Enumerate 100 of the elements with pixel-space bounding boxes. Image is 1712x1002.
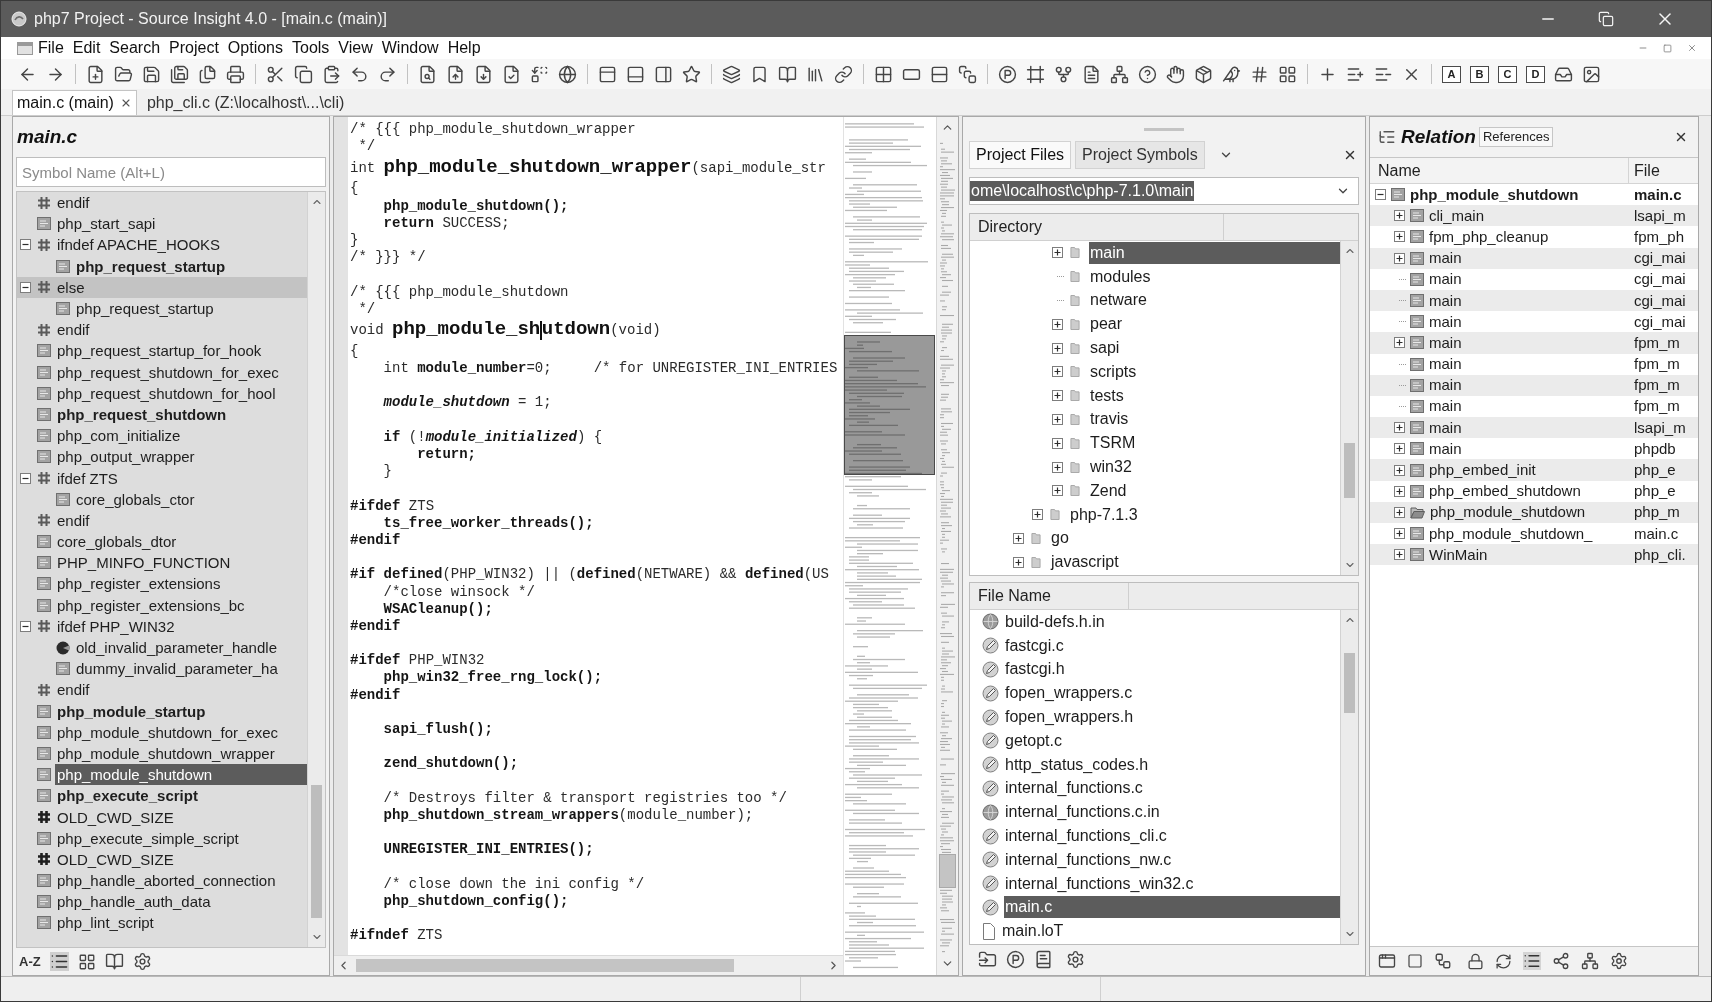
symbol-item[interactable]: core_globals_dtor (55, 531, 307, 553)
scrollbar-track[interactable] (1340, 241, 1358, 575)
globe-icon[interactable] (558, 64, 577, 84)
column-header[interactable]: File (1634, 158, 1660, 183)
sort-button[interactable]: A-Z (19, 951, 41, 972)
symbol-item[interactable]: endif (55, 192, 307, 214)
plus-box-icon[interactable] (1394, 422, 1405, 434)
folder-item[interactable]: main (1089, 241, 1340, 264)
symbol-item[interactable]: php_start_sapi (55, 213, 307, 235)
symbol-item[interactable]: php_handle_aborted_connection (55, 870, 307, 892)
relation-item[interactable]: php_embed_init (1429, 460, 1536, 481)
symbol-item[interactable]: php_request_startup_for_hook (55, 340, 307, 362)
menu-item[interactable]: Options (227, 38, 283, 58)
save-all-icon[interactable] (170, 64, 189, 84)
symbol-item[interactable]: php_request_shutdown_for_hool (55, 382, 307, 404)
p-circle-icon[interactable] (998, 64, 1017, 84)
menu-item[interactable]: File (38, 38, 64, 58)
paste-icon[interactable] (322, 64, 341, 84)
bookmark-icon[interactable] (750, 64, 769, 84)
letter-button[interactable]: A (1442, 65, 1461, 83)
settings-icon[interactable] (132, 952, 152, 971)
book-icon[interactable] (1034, 949, 1053, 969)
file-item[interactable]: internal_functions.c (1004, 777, 1340, 800)
symbol-item[interactable]: php_output_wrapper (55, 446, 307, 468)
file-item[interactable]: internal_functions_win32.c (1004, 872, 1340, 895)
frame-icon[interactable] (1026, 64, 1045, 84)
plus-box-icon[interactable] (1394, 337, 1405, 349)
file-item[interactable]: internal_functions_cli.c (1004, 825, 1340, 848)
folder-item[interactable]: php-7.1.3 (1069, 503, 1340, 526)
menu-item[interactable]: Search (109, 38, 161, 58)
settings-icon[interactable] (1610, 952, 1628, 970)
folder-item[interactable]: pear (1089, 313, 1340, 336)
plus-box-icon[interactable] (1394, 506, 1405, 518)
relation-item[interactable]: WinMain (1429, 544, 1488, 565)
symbol-item[interactable]: php_request_startup (74, 298, 307, 320)
plus-box-icon[interactable] (1394, 464, 1405, 476)
letter-button[interactable]: C (1498, 65, 1517, 83)
hierarchy-icon[interactable] (1581, 952, 1599, 970)
cut-icon[interactable] (266, 64, 285, 84)
file-item[interactable]: build-defs.h.in (1004, 610, 1340, 633)
file-check-icon[interactable] (502, 64, 521, 84)
column-header[interactable]: Directory (978, 215, 1042, 239)
file-item[interactable]: internal_functions.c.in (1004, 801, 1340, 824)
relation-item[interactable]: main (1429, 396, 1462, 417)
scrollbar-thumb[interactable] (1344, 653, 1355, 713)
menu-item[interactable]: Help (447, 38, 481, 58)
file-up-icon[interactable] (446, 64, 465, 84)
symbol-item[interactable]: dummy_invalid_parameter_ha (74, 658, 307, 680)
menu-item[interactable]: Tools (292, 38, 330, 58)
scrollbar-track[interactable] (307, 192, 325, 947)
plus-box-icon[interactable] (1394, 528, 1405, 540)
relation-item[interactable]: main (1429, 269, 1462, 290)
plus-box-icon[interactable] (1052, 390, 1063, 402)
package-icon[interactable] (1194, 64, 1213, 84)
plus-box-icon[interactable] (1394, 231, 1405, 243)
folder-arrow-icon[interactable] (978, 949, 997, 969)
symbol-item[interactable]: core_globals_ctor (74, 488, 307, 510)
fork-icon[interactable] (1054, 64, 1073, 84)
editor-tab[interactable]: main.c (main) (12, 90, 137, 115)
panel-tab[interactable]: Project Symbols (1075, 141, 1205, 169)
view-button[interactable]: References (1478, 127, 1554, 147)
file-search-icon[interactable] (418, 64, 437, 84)
grid-icon[interactable] (874, 64, 893, 84)
file-item[interactable]: main.c (1004, 896, 1340, 919)
app-icon[interactable] (11, 11, 27, 27)
symbol-item[interactable]: PHP_MINFO_FUNCTION (55, 552, 307, 574)
workflow-icon[interactable] (1434, 952, 1452, 970)
plus-box-icon[interactable] (1394, 252, 1405, 264)
letter-button[interactable]: B (1470, 65, 1489, 83)
plus-box-icon[interactable] (1052, 461, 1063, 473)
file-item[interactable]: fopen_wrappers.c (1004, 682, 1340, 705)
panel-bottom-icon[interactable] (626, 64, 645, 84)
folder-item[interactable]: Zend (1089, 479, 1340, 502)
symbol-item[interactable]: old_invalid_parameter_handle (74, 637, 307, 659)
link-icon[interactable] (834, 64, 853, 84)
window-icon[interactable] (1378, 952, 1396, 970)
close-icon[interactable] (1674, 130, 1688, 144)
plus-box-icon[interactable] (1394, 210, 1405, 222)
layout-grid-icon[interactable] (1278, 64, 1297, 84)
folder-item[interactable]: javascript (1050, 551, 1340, 574)
drag-handle[interactable] (1144, 127, 1184, 131)
replace-icon[interactable] (530, 64, 549, 84)
relation-item[interactable]: main (1429, 375, 1462, 396)
lock-icon[interactable] (1467, 952, 1484, 970)
plus-box-icon[interactable] (1032, 509, 1043, 521)
minus-box-icon[interactable] (20, 239, 31, 251)
folder-item[interactable]: travis (1089, 408, 1340, 431)
file-item[interactable]: main.loT (1001, 920, 1340, 943)
file-item[interactable]: internal_functions_nw.c (1004, 848, 1340, 871)
plus-box-icon[interactable] (1052, 413, 1063, 425)
symbol-item[interactable]: php_request_startup (74, 255, 307, 277)
column-header[interactable]: Name (1378, 158, 1421, 183)
grid-icon[interactable] (77, 952, 96, 971)
relation-item[interactable]: php_module_shutdown (1410, 184, 1579, 205)
symbol-item[interactable]: endif (55, 319, 307, 341)
save-icon[interactable] (142, 64, 161, 84)
copy-icon[interactable] (294, 64, 313, 84)
plus-box-icon[interactable] (1052, 366, 1063, 378)
share-icon[interactable] (1552, 952, 1570, 970)
symbol-item[interactable]: ifdef ZTS (55, 467, 307, 489)
